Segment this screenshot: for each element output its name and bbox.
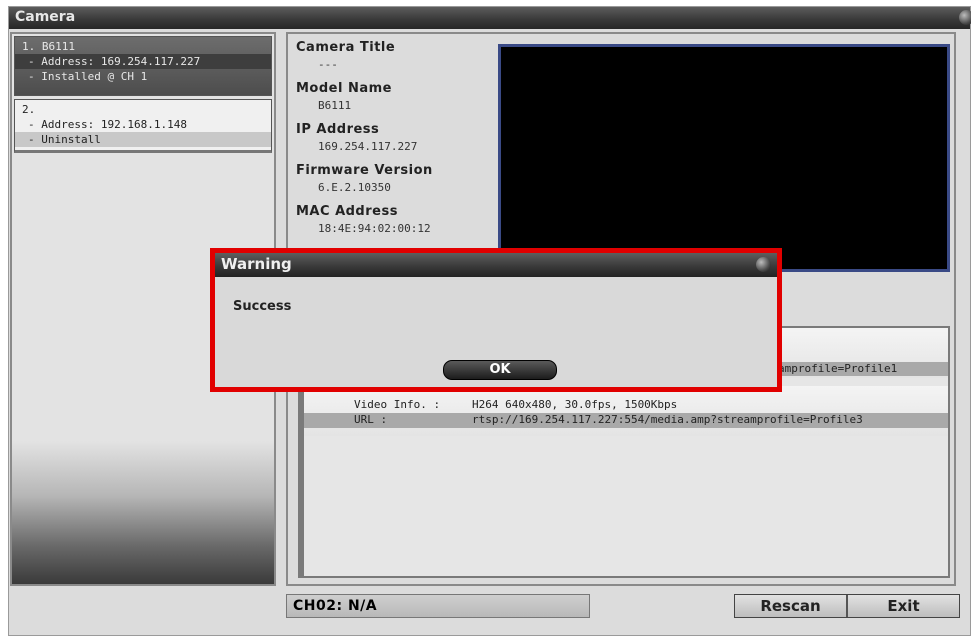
mac-address-value: 18:4E:94:02:00:12 <box>318 222 431 235</box>
window-title: Camera <box>15 9 76 25</box>
camera-item-status: - Uninstall <box>15 132 271 147</box>
camera-title-label: Camera Title <box>296 40 396 55</box>
stream-url-value: amprofile=Profile1 <box>778 362 898 375</box>
stream-url-value: rtsp://169.254.117.227:554/media.amp?str… <box>472 413 863 426</box>
url-label: URL : <box>354 413 388 426</box>
camera-list-item-1[interactable]: 1. B6111 - Address: 169.254.117.227 - In… <box>14 36 272 96</box>
camera-item-header: 2. <box>22 103 36 116</box>
window-close-icon[interactable] <box>959 10 971 25</box>
firmware-version-value: 6.E.2.10350 <box>318 181 391 194</box>
camera-item-address: - Address: 192.168.1.148 <box>28 118 187 131</box>
dialog-message: Success <box>233 299 292 314</box>
dialog-titlebar: Warning <box>215 253 777 277</box>
video-info-label: Video Info. : <box>354 398 441 411</box>
model-name-value: B6111 <box>318 99 352 112</box>
camera-list-item-2[interactable]: 2. - Address: 192.168.1.148 - Uninstall <box>14 99 272 153</box>
camera-item-header: 1. B6111 <box>22 40 75 53</box>
video-preview <box>498 44 950 272</box>
window-titlebar: Camera <box>9 7 971 29</box>
dialog-title: Warning <box>221 255 292 273</box>
firmware-version-label: Firmware Version <box>296 163 433 178</box>
camera-item-status: - Installed @ CH 1 <box>28 70 148 83</box>
stream-row-2[interactable]: Video Info. : H264 640x480, 30.0fps, 1500… <box>304 386 948 436</box>
ok-button[interactable]: OK <box>443 360 557 380</box>
ip-address-label: IP Address <box>296 122 380 137</box>
model-name-label: Model Name <box>296 81 392 96</box>
camera-item-address: - Address: 169.254.117.227 <box>15 54 271 69</box>
rescan-button[interactable]: Rescan <box>735 595 846 617</box>
mac-address-label: MAC Address <box>296 204 398 219</box>
ip-address-value: 169.254.117.227 <box>318 140 418 153</box>
camera-details: Camera Title --- Model Name B6111 IP Add… <box>296 40 433 245</box>
exit-button[interactable]: Exit <box>846 595 959 617</box>
camera-title-value: --- <box>318 58 338 71</box>
action-buttons: Rescan Exit <box>734 594 960 618</box>
channel-status: CH02: N/A <box>286 594 590 618</box>
video-info-value: H264 640x480, 30.0fps, 1500Kbps <box>472 398 678 411</box>
warning-dialog: Warning Success OK <box>210 248 782 392</box>
dialog-close-icon[interactable] <box>756 257 771 272</box>
